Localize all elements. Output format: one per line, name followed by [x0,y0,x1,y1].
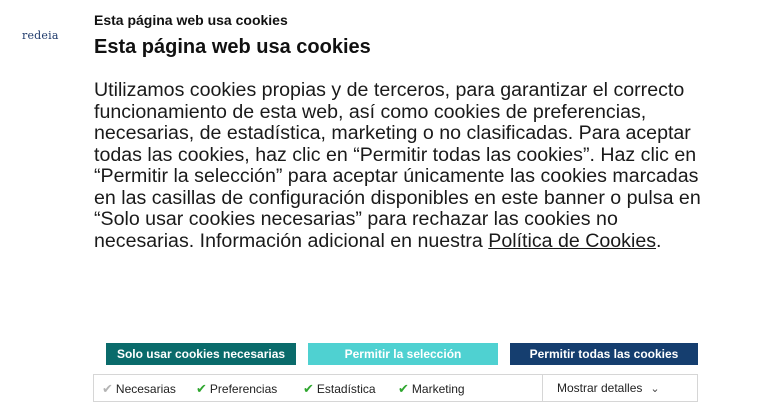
checkbox-label: Estadística [316,382,376,396]
show-details-label: Mostrar detalles [557,381,643,395]
brand-logo: redeia [22,29,59,42]
checkbox-statistics[interactable]: ✔ Estadística [303,381,376,397]
dialog-label: Esta página web usa cookies [94,12,288,28]
checkbox-label: Necesarias [115,382,176,396]
body-period: . [656,229,662,252]
body-text: Utilizamos cookies propias y de terceros… [94,79,701,252]
necessary-only-button[interactable]: Solo usar cookies necesarias [106,343,296,365]
checkbox-necessary: ✔ Necesarias [102,381,176,397]
show-details-button[interactable]: Mostrar detalles ⌄ [543,375,697,401]
dialog-body: Utilizamos cookies propias y de terceros… [94,79,706,252]
cookie-policy-link[interactable]: Política de Cookies [488,230,656,252]
checkbox-label: Preferencias [209,382,278,396]
check-icon: ✔ [196,381,207,396]
checkbox-preferences[interactable]: ✔ Preferencias [196,381,277,397]
dialog-title: Esta página web usa cookies [94,36,371,58]
cookie-settings-bar: ✔ Necesarias ✔ Preferencias ✔ Estadística ✔… [93,374,698,402]
checkbox-label: Marketing [411,382,465,396]
allow-selection-button[interactable]: Permitir la selección [308,343,498,365]
check-icon: ✔ [398,381,409,396]
button-row: Solo usar cookies necesarias Permitir la… [106,343,698,365]
allow-all-button[interactable]: Permitir todas las cookies [510,343,698,365]
chevron-down-icon: ⌄ [650,383,660,395]
check-icon: ✔ [303,381,314,396]
checkbox-marketing[interactable]: ✔ Marketing [398,381,465,397]
check-icon: ✔ [102,381,113,396]
